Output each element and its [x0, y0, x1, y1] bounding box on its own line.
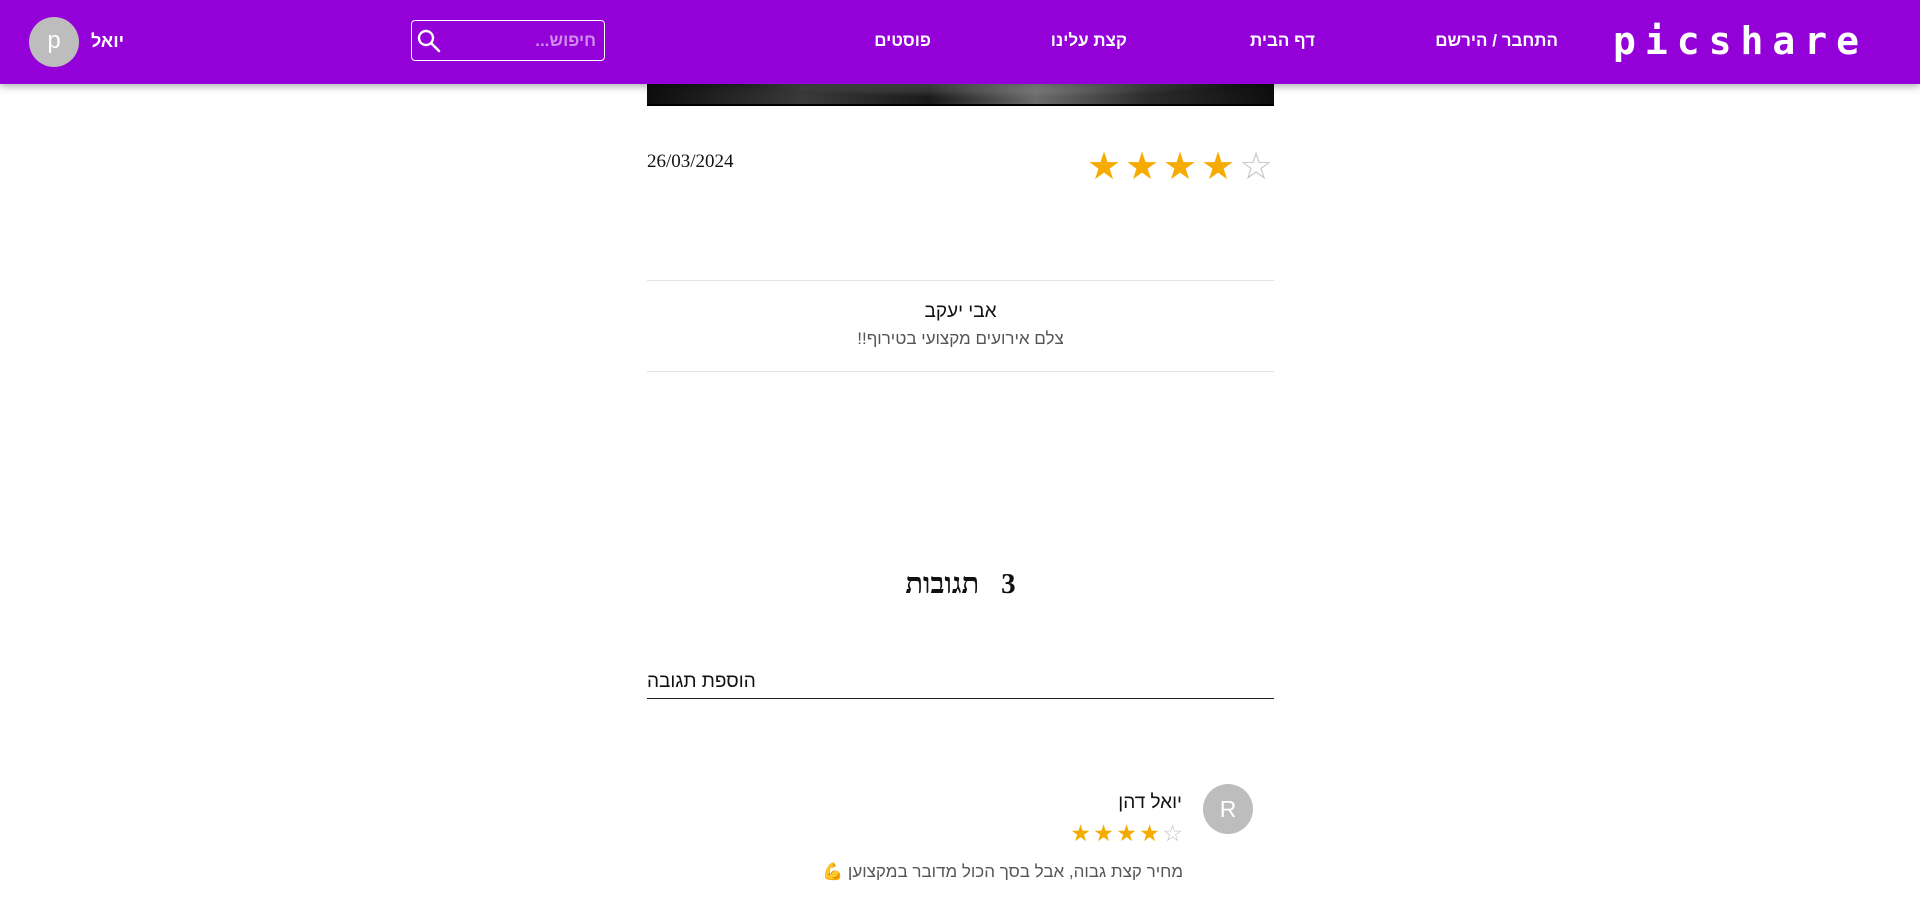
- star-icon-5[interactable]: ☆: [1237, 148, 1275, 186]
- author-bio: צלם אירועים מקצועי בטירוף!!: [857, 329, 1064, 348]
- comment-text: מחיר קצת גבוה, אבל בסך הכול מדובר במקצוע…: [822, 862, 1183, 881]
- author-name[interactable]: אבי יעקב: [647, 301, 1274, 323]
- user-avatar[interactable]: p: [29, 17, 79, 67]
- top-navbar: picshare התחבר / הירשם דף הבית קצת עלינו…: [0, 0, 1920, 84]
- comment-star-icon-2: ★: [1093, 820, 1114, 846]
- star-icon-3[interactable]: ★: [1161, 148, 1199, 186]
- nav-posts[interactable]: פוסטים: [874, 30, 931, 52]
- header-username[interactable]: יואל: [91, 31, 124, 52]
- star-icon-1[interactable]: ★: [1085, 148, 1123, 186]
- author-divider-top: [647, 280, 1274, 281]
- nav-about[interactable]: קצת עלינו: [1051, 30, 1127, 52]
- comment-author: יואל דהן: [1118, 792, 1182, 813]
- search-box: [411, 20, 605, 61]
- star-icon-4[interactable]: ★: [1199, 148, 1237, 186]
- comment-rating-stars: ★ ★ ★ ★ ☆: [1069, 822, 1184, 845]
- author-divider-bottom: [647, 371, 1274, 372]
- add-comment-button[interactable]: הוספת תגובה: [647, 664, 1274, 699]
- comments-title: תגובות: [905, 568, 980, 600]
- star-icon-2[interactable]: ★: [1123, 148, 1161, 186]
- comment-star-icon-4: ★: [1139, 820, 1160, 846]
- post-date: 26/03/2024: [647, 151, 734, 172]
- comment-avatar: R: [1203, 784, 1253, 834]
- comments-count: 3: [1001, 568, 1016, 600]
- comment-star-icon-3: ★: [1116, 820, 1137, 846]
- nav-login-register[interactable]: התחבר / הירשם: [1435, 30, 1558, 52]
- comment-star-icon-5: ☆: [1162, 820, 1183, 846]
- search-input[interactable]: [448, 24, 598, 57]
- search-icon[interactable]: [415, 27, 443, 55]
- post-rating-stars: ★ ★ ★ ★ ☆: [1085, 148, 1275, 186]
- comments-heading: 3 תגובות: [647, 568, 1274, 601]
- app-logo[interactable]: picshare: [1613, 18, 1868, 64]
- nav-home[interactable]: דף הבית: [1250, 30, 1315, 52]
- comment-star-icon-1: ★: [1070, 820, 1091, 846]
